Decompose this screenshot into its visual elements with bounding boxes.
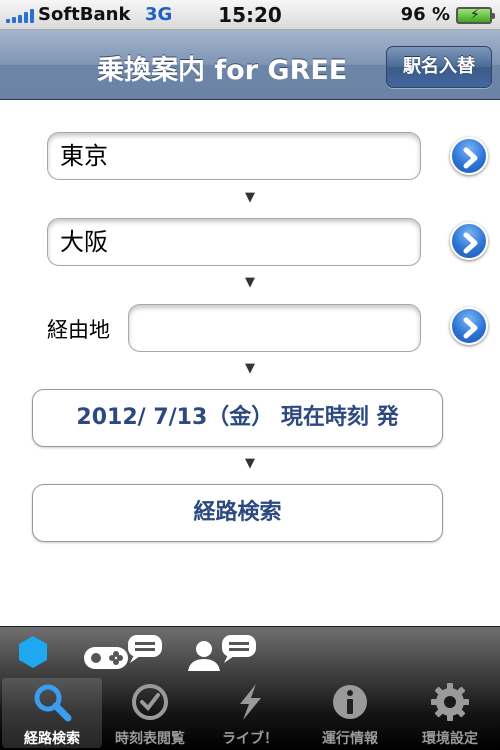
- tab-settings[interactable]: 環境設定: [400, 678, 500, 748]
- chevron-right-icon: [463, 232, 478, 254]
- tab-timetable[interactable]: 時刻表閲覧: [100, 678, 200, 748]
- magnifier-icon: [34, 684, 72, 722]
- tab-label: 時刻表閲覧: [115, 731, 185, 747]
- page-title: 乗換案内 for GREE: [97, 55, 348, 86]
- tab-label: 運行情報: [322, 731, 378, 747]
- info-icon: [333, 685, 367, 719]
- down-arrow: ▼: [245, 456, 255, 471]
- down-arrow: ▼: [245, 275, 255, 290]
- lightning-icon: [240, 684, 261, 720]
- gree-hexagon-icon[interactable]: [18, 635, 48, 669]
- datetime-button[interactable]: 2012/ 7/13（金） 現在時刻 発: [32, 389, 443, 447]
- chevron-right-icon: [463, 317, 478, 339]
- tab-label: 環境設定: [422, 731, 478, 747]
- gree-toolbar: [0, 626, 500, 676]
- gree-people-icon[interactable]: [186, 633, 260, 673]
- down-arrow: ▼: [245, 190, 255, 205]
- from-station-input[interactable]: 東京: [47, 132, 421, 180]
- swap-stations-button[interactable]: 駅名入替: [386, 46, 492, 88]
- to-station-input[interactable]: 大阪: [47, 218, 421, 266]
- network-type: 3G: [145, 4, 173, 25]
- to-station-detail-button[interactable]: [450, 222, 488, 260]
- from-station-detail-button[interactable]: [450, 137, 488, 175]
- via-label: 経由地: [47, 318, 110, 342]
- tab-service-info[interactable]: 運行情報: [300, 678, 400, 748]
- route-search-button[interactable]: 経路検索: [32, 484, 443, 542]
- signal-icon: [6, 9, 34, 23]
- battery-percent: 96 %: [400, 4, 450, 25]
- tab-route-search[interactable]: 経路検索: [2, 678, 102, 748]
- via-station-detail-button[interactable]: [450, 307, 488, 345]
- carrier-name: SoftBank: [38, 4, 131, 25]
- gear-icon: [431, 683, 469, 721]
- clock-icon: [132, 684, 168, 720]
- tab-label: ライブ！: [222, 731, 278, 747]
- chevron-right-icon: [463, 147, 478, 169]
- tab-label: 経路検索: [24, 731, 80, 747]
- navigation-bar: 乗換案内 for GREE 駅名入替: [0, 30, 500, 100]
- via-station-input[interactable]: [128, 304, 421, 352]
- tab-bar: 経路検索 時刻表閲覧 ライブ！ 運行情報 環境設定: [0, 676, 500, 750]
- battery-icon: ⚡: [456, 7, 495, 24]
- tab-live[interactable]: ライブ！: [200, 678, 300, 748]
- status-bar: SoftBank 3G 15:20 96 % ⚡: [0, 0, 500, 30]
- down-arrow: ▼: [245, 361, 255, 376]
- gree-games-icon[interactable]: [82, 633, 166, 673]
